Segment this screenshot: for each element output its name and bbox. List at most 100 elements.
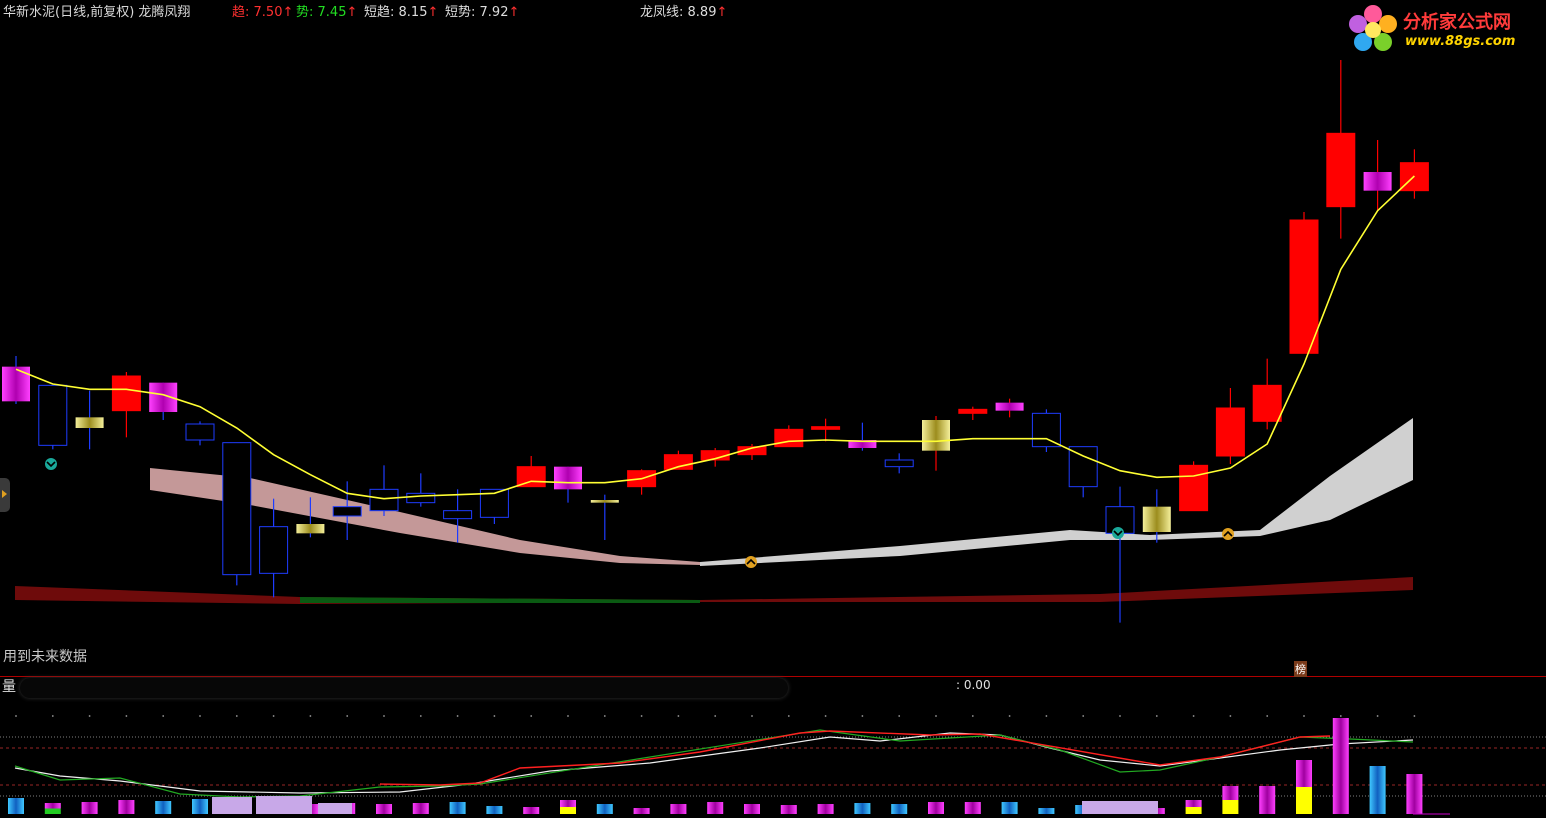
volume-dot: [383, 715, 385, 717]
candle: [995, 398, 1024, 418]
indicator-trend-value: 7.50: [253, 5, 283, 20]
volume-bars: [8, 718, 1423, 814]
candle-body: [111, 375, 141, 412]
candle-body: [554, 466, 582, 490]
volume-bar: [118, 800, 135, 814]
indicator-trend-label: 趋:: [232, 5, 254, 20]
volume-dot-row: [15, 715, 1416, 717]
volume-bar: [707, 802, 724, 814]
volume-bar: [964, 802, 981, 814]
volume-readout: : 0.00: [956, 678, 991, 692]
candle-body: [884, 459, 914, 468]
candle-body: [75, 417, 104, 428]
green-trend-segment: [300, 597, 700, 603]
volume-bar: [523, 807, 540, 814]
candle: [554, 466, 582, 503]
sell-signal-icon: [1112, 527, 1124, 539]
candle: [1326, 60, 1356, 239]
volume-bar: [780, 805, 797, 814]
indicator-short-trend-label: 短趋:: [364, 5, 399, 20]
candle-body: [369, 488, 399, 512]
volume-dot: [824, 715, 827, 717]
volume-overlay-block: [1082, 801, 1158, 814]
candle-body: [38, 384, 68, 446]
candle: [149, 382, 178, 420]
volume-dot: [1266, 715, 1269, 717]
candle-body: [2, 366, 30, 402]
candle: [1031, 409, 1061, 452]
candle-body: [222, 442, 252, 576]
volume-overlay-block: [212, 797, 252, 814]
oscillator-white-line: [14, 732, 1414, 794]
indicator-short-momentum: 短势: 7.92↑: [445, 1, 519, 20]
candle: [222, 442, 252, 586]
volume-dot: [88, 715, 91, 717]
volume-bar: [1332, 718, 1349, 814]
volume-dot: [309, 715, 312, 717]
volume-dot: [272, 715, 275, 717]
candle: [111, 372, 141, 438]
volume-dot: [15, 715, 17, 717]
candle-body: [406, 492, 436, 504]
volume-dot: [1155, 715, 1158, 717]
candle: [332, 481, 362, 540]
volume-dot: [971, 715, 974, 717]
indicator-short-trend: 短趋: 8.15↑: [364, 1, 438, 20]
candle: [884, 453, 914, 474]
candle-body: [1289, 219, 1319, 354]
up-arrow-icon: ↑: [716, 5, 728, 20]
candle-body: [296, 524, 325, 534]
candle: [627, 469, 657, 495]
volume-overlay-block: [318, 803, 352, 814]
candle-body: [995, 402, 1024, 411]
candle-body: [443, 510, 473, 520]
volume-bar: [1369, 766, 1386, 814]
candle-body: [1252, 384, 1282, 422]
volume-dot: [677, 715, 680, 717]
volume-bar: [8, 798, 24, 814]
candle: [1105, 486, 1135, 623]
volume-dot: [567, 715, 569, 717]
candlestick-series: [2, 60, 1429, 623]
candle: [811, 418, 841, 442]
volume-bar: [412, 803, 429, 814]
volume-bar: [1185, 800, 1202, 814]
volume-bar: [670, 804, 687, 814]
volume-bar: [854, 803, 871, 814]
volume-dot: [861, 715, 864, 717]
candle-body: [1031, 412, 1061, 448]
candle: [958, 406, 988, 420]
candle: [922, 416, 950, 471]
volume-dot: [125, 715, 128, 717]
candle-body: [958, 408, 988, 414]
stock-title: 华新水泥(日线,前复权) 龙腾凤翔: [3, 5, 191, 20]
volume-dot: [1008, 715, 1011, 717]
candle: [406, 473, 436, 507]
volume-dot: [530, 715, 533, 717]
long-trend-band: [15, 577, 1413, 604]
candle: [1289, 212, 1319, 354]
watermark-url: www.88gs.com: [1405, 34, 1516, 49]
volume-bar: [1038, 808, 1055, 814]
up-arrow-icon: ↑: [346, 5, 358, 20]
volume-dot: [162, 715, 165, 717]
candle-body: [332, 506, 362, 517]
indicator-short-momentum-value: 7.92: [479, 5, 509, 20]
up-arrow-icon: ↑: [427, 5, 439, 20]
volume-dot: [235, 715, 238, 717]
volume-dot: [51, 715, 54, 717]
indicator-trend: 趋: 7.50↑: [232, 1, 293, 20]
chart-header: 华新水泥(日线,前复权) 龙腾凤翔 趋: 7.50↑ 势: 7.45↑ 短趋: …: [0, 0, 900, 20]
candle-body: [1142, 506, 1171, 532]
volume-dot: [1303, 715, 1305, 717]
candle: [1179, 461, 1209, 512]
volume-dot: [346, 715, 349, 717]
candle: [700, 448, 730, 467]
side-expand-handle[interactable]: [0, 478, 10, 512]
volume-dot: [1119, 715, 1121, 717]
volume-bar: [633, 808, 650, 814]
volume-dot: [493, 715, 496, 717]
candle: [2, 356, 30, 404]
watermark-name: 分析家公式网: [1403, 12, 1511, 33]
indicator-dragon-phoenix-value: 8.89: [687, 5, 717, 20]
